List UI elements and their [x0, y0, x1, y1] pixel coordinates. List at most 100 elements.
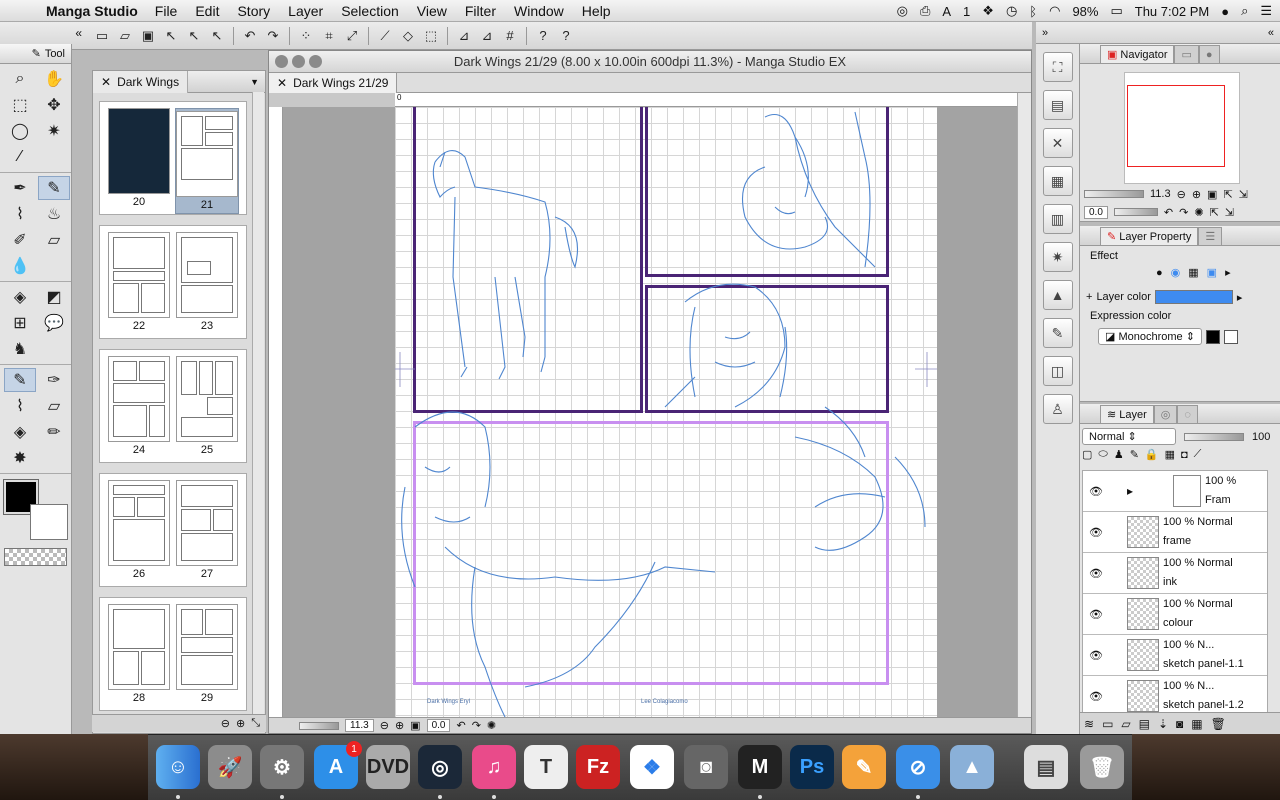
clip-icon[interactable]: ⬭	[1098, 448, 1107, 461]
gradient-tool-icon[interactable]: ◩	[38, 285, 70, 309]
page-spread[interactable]: 20 21	[99, 101, 247, 215]
fill-tool-icon[interactable]: ◈	[4, 285, 36, 309]
page-spread[interactable]: 28 29	[99, 597, 247, 711]
collapse-right-icon[interactable]: »	[1042, 27, 1048, 39]
page-spread[interactable]: 22 23	[99, 225, 247, 339]
mask-icon[interactable]: ◙	[1176, 717, 1183, 731]
sub-view-tab[interactable]: ▭	[1174, 45, 1199, 63]
undo-icon[interactable]: ↶	[240, 26, 260, 46]
menu-file[interactable]: File	[146, 3, 187, 19]
blend-mode-select[interactable]: Normal ⇕	[1082, 428, 1176, 445]
navigator-preview[interactable]	[1124, 72, 1240, 184]
flip-v-icon[interactable]: ⇲	[1239, 188, 1248, 201]
material-figure-icon[interactable]: ♙	[1042, 394, 1073, 424]
lock-icon[interactable]: 🔒	[1145, 448, 1159, 461]
help-2-icon[interactable]: ?	[556, 26, 576, 46]
frame-border-tool-icon[interactable]: ⊞	[4, 311, 36, 335]
rotate-left-icon[interactable]: ↶	[456, 719, 465, 732]
visibility-eye-icon[interactable]: 👁	[1083, 608, 1109, 621]
effect-color-icon[interactable]: ◉	[1171, 266, 1181, 279]
hand-tool-icon[interactable]: ✋	[38, 67, 70, 91]
figure-tool-icon[interactable]: ♞	[4, 337, 36, 361]
adobe-icon[interactable]: A	[942, 4, 951, 19]
page-spread[interactable]: 26 27	[99, 473, 247, 587]
layer-color-swatch[interactable]	[1154, 290, 1233, 304]
ruler-icon[interactable]: ⟋	[375, 26, 395, 46]
lasso-tool-icon[interactable]: ◯	[4, 119, 36, 143]
trash-icon[interactable]: 🗑	[1080, 745, 1124, 789]
snap-special-icon[interactable]: ⊿	[477, 26, 497, 46]
help-icon[interactable]: ?	[533, 26, 553, 46]
layer-list[interactable]: 👁 ▸ 100 % Fram 👁 100 % Normal frame 👁 100 …	[1082, 470, 1268, 714]
material-folder-icon[interactable]: ▤	[1042, 90, 1073, 120]
zoom-in-icon[interactable]: ⊕	[1192, 188, 1201, 201]
expand-icon[interactable]: +	[1086, 291, 1092, 303]
open-folder-icon[interactable]: ▱	[115, 26, 135, 46]
menu-view[interactable]: View	[408, 3, 456, 19]
canvas-area[interactable]: Dark Wings Eryl Lee Colagiacomo	[283, 107, 1017, 717]
sync-icon[interactable]: ◎	[897, 3, 908, 19]
pages-icon[interactable]: ✎	[842, 745, 886, 789]
material-frame-icon[interactable]: ▥	[1042, 204, 1073, 234]
rotate-right-icon[interactable]: ↷	[1179, 206, 1188, 219]
preview-icon[interactable]: ▲	[950, 745, 994, 789]
zoom-tool-icon[interactable]: ⌕	[4, 67, 36, 91]
layer-row[interactable]: 👁 100 % Normal ink	[1083, 553, 1267, 594]
fit-page-icon[interactable]: ▣	[410, 719, 420, 732]
layer-property-tab-2[interactable]: ☰	[1198, 227, 1223, 245]
menu-story[interactable]: Story	[228, 3, 279, 19]
transfer-icon[interactable]: ⇣	[1158, 717, 1168, 731]
menu-filter[interactable]: Filter	[456, 3, 505, 19]
object-tool-icon[interactable]: ⬚	[4, 93, 36, 117]
material-3d-icon[interactable]: ✕	[1042, 128, 1073, 158]
new-folder-icon[interactable]: ▤	[1139, 717, 1150, 731]
page-spread[interactable]: 24 25	[99, 349, 247, 463]
select-arrow-icon[interactable]: ↖	[161, 26, 181, 46]
material-pen-icon[interactable]: ✎	[1042, 318, 1073, 348]
zoom-value[interactable]: 11.3	[345, 719, 374, 732]
visibility-eye-icon[interactable]: 👁	[1083, 567, 1109, 580]
reference-icon[interactable]: ♟	[1114, 448, 1124, 461]
magic-wand-tool-icon[interactable]: ✷	[38, 119, 70, 143]
sub-brush-icon[interactable]: ⌇	[4, 394, 36, 418]
snap-ruler-icon[interactable]: ⊿	[454, 26, 474, 46]
printer-icon[interactable]: ⎙	[920, 3, 930, 19]
layer-row[interactable]: 👁 100 % Normal colour	[1083, 594, 1267, 635]
sub-dropper-icon[interactable]: ✏	[38, 420, 70, 444]
page-thumb[interactable]: 22	[107, 232, 171, 338]
layer-tab-3[interactable]: ◌	[1177, 405, 1198, 423]
menu-layer[interactable]: Layer	[279, 3, 332, 19]
effect-more-icon[interactable]: ▸	[1225, 266, 1231, 279]
page-thumb[interactable]: 27	[175, 480, 239, 586]
eyedropper-tool-icon[interactable]: ⁄	[4, 145, 36, 169]
scatter-icon[interactable]: ⁘	[296, 26, 316, 46]
collapse-arrows-icon[interactable]: «	[75, 26, 82, 40]
expression-mode-select[interactable]: ◪ Monochrome ⇕	[1098, 328, 1202, 345]
screenshot-icon[interactable]: ◙	[684, 745, 728, 789]
layer-row[interactable]: 👁 100 % N... sketch panel-1.1	[1083, 635, 1267, 676]
material-image-icon[interactable]: ⛶	[1042, 52, 1073, 82]
effect-layer-color-icon[interactable]: ▣	[1207, 266, 1217, 279]
material-landscape-icon[interactable]: ▲	[1042, 280, 1073, 310]
battery-icon[interactable]: ▭	[1110, 3, 1122, 19]
sub-pen-icon[interactable]: ✑	[38, 368, 70, 392]
frame-icon[interactable]: ⬚	[421, 26, 441, 46]
navigator-tab[interactable]: ▣ Navigator	[1100, 45, 1175, 63]
redo-icon[interactable]: ↷	[263, 26, 283, 46]
black-swatch[interactable]	[1205, 329, 1220, 344]
mask-icon[interactable]: ◘	[1181, 449, 1188, 461]
pen-tool-icon[interactable]: ✒	[4, 176, 36, 200]
marker-tool-icon[interactable]: ✐	[4, 228, 36, 252]
zoom-slider[interactable]	[299, 721, 339, 730]
page-thumb[interactable]: 29	[175, 604, 239, 710]
material-effect-icon[interactable]: ✷	[1042, 242, 1073, 272]
transform-icon[interactable]: ⤢	[342, 26, 362, 46]
layer-row[interactable]: 👁 100 % Normal frame	[1083, 512, 1267, 553]
user-icon[interactable]: ●	[1221, 4, 1229, 19]
layer-move-tool-icon[interactable]: ✥	[38, 93, 70, 117]
reset-rotation-icon[interactable]: ✺	[1194, 206, 1203, 219]
itunes-icon[interactable]: ♫	[472, 745, 516, 789]
background-color[interactable]	[30, 504, 68, 540]
effect-tone-icon[interactable]: ▦	[1188, 266, 1198, 279]
fit-icon[interactable]: ⤡	[251, 717, 260, 730]
